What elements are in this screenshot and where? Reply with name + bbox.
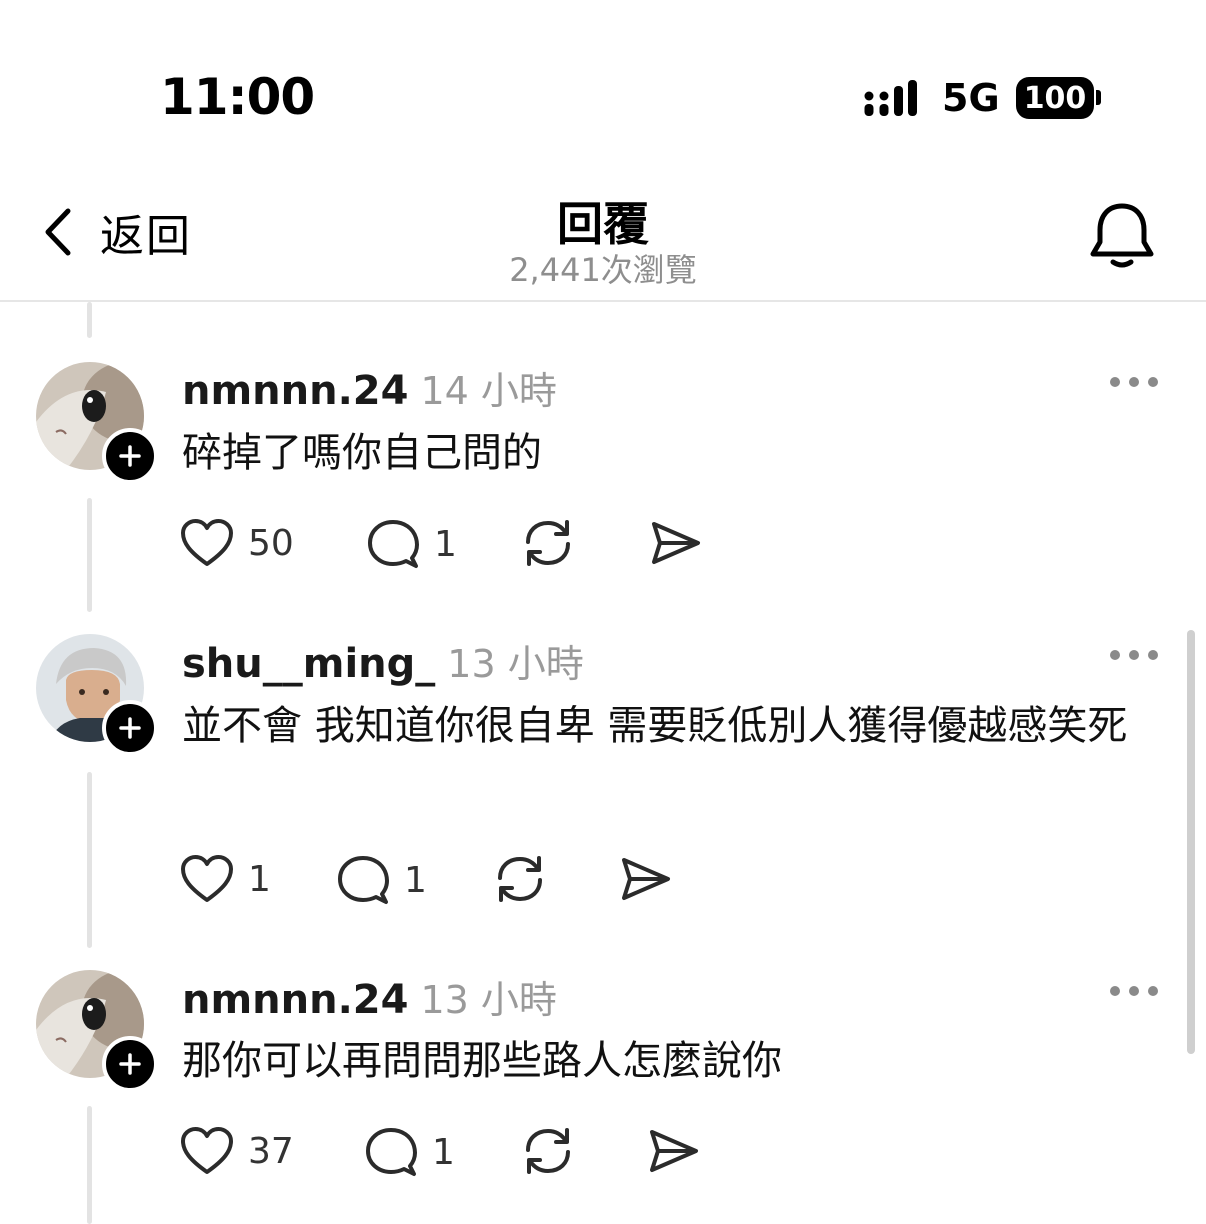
comment-button[interactable]: 1: [364, 1126, 455, 1178]
back-label: 返回: [100, 211, 192, 262]
username[interactable]: nmnnn.24: [182, 977, 408, 1023]
comment-bubble-icon: [368, 520, 419, 568]
repost-icon[interactable]: [520, 516, 576, 570]
heart-icon: [181, 519, 233, 566]
comment-count: 1: [404, 859, 427, 901]
like-button[interactable]: 1: [180, 854, 271, 904]
header-divider: [0, 300, 1206, 302]
back-button[interactable]: 返回: [40, 200, 192, 264]
comment-bubble-icon: [366, 1128, 417, 1176]
reply-text: 那你可以再問問那些路人怎麼說你: [182, 1038, 782, 1084]
reply-header: shu__ming_ 13 小時: [182, 633, 584, 688]
comment-count: 1: [432, 1131, 455, 1173]
like-count: 1: [248, 858, 271, 900]
notification-bell-icon[interactable]: [1088, 202, 1156, 270]
like-button[interactable]: 50: [180, 518, 294, 568]
reply-text: 碎掉了嗎你自己問的: [182, 430, 542, 476]
heart-icon: [181, 855, 233, 902]
more-options-button[interactable]: [1110, 986, 1158, 998]
battery-icon: 100: [1016, 77, 1094, 119]
reply-header: nmnnn.24 14 小時: [182, 360, 557, 415]
status-time: 11:00: [160, 68, 315, 126]
comment-bubble-icon: [338, 856, 389, 904]
more-options-button[interactable]: [1110, 377, 1158, 389]
battery-level: 100: [1023, 80, 1087, 116]
share-send-icon[interactable]: [648, 516, 702, 570]
repost-icon[interactable]: [492, 852, 548, 906]
timestamp: 13 小時: [447, 642, 584, 686]
timestamp: 13 小時: [420, 978, 557, 1022]
follow-plus-icon[interactable]: [102, 428, 158, 484]
comment-button[interactable]: 1: [366, 518, 457, 570]
scrollbar[interactable]: [1187, 630, 1195, 1054]
username[interactable]: nmnnn.24: [182, 368, 408, 414]
timestamp: 14 小時: [420, 369, 557, 413]
reply-text: 並不會 我知道你很自卑 需要貶低別人獲得優越感笑死: [182, 703, 1128, 749]
thread-line: [87, 772, 92, 948]
like-button[interactable]: 37: [180, 1126, 294, 1176]
like-count: 50: [248, 522, 294, 564]
follow-plus-icon[interactable]: [102, 700, 158, 756]
share-send-icon[interactable]: [618, 852, 672, 906]
network-type: 5G: [942, 76, 1000, 120]
thread-line: [87, 302, 92, 338]
repost-icon[interactable]: [520, 1124, 576, 1178]
like-count: 37: [248, 1130, 294, 1172]
comment-count: 1: [434, 523, 457, 565]
follow-plus-icon[interactable]: [102, 1036, 158, 1092]
heart-icon: [181, 1127, 233, 1174]
thread-line: [87, 498, 92, 612]
view-count: 2,441次瀏覽: [509, 251, 697, 289]
username[interactable]: shu__ming_: [182, 641, 435, 687]
reply-header: nmnnn.24 13 小時: [182, 969, 557, 1024]
thread-line: [87, 1106, 92, 1224]
battery-tip: [1096, 90, 1101, 105]
share-send-icon[interactable]: [646, 1124, 700, 1178]
chevron-left-icon: [45, 208, 71, 256]
comment-button[interactable]: 1: [336, 854, 427, 906]
signal-icon: [864, 80, 917, 116]
more-options-button[interactable]: [1110, 650, 1158, 662]
